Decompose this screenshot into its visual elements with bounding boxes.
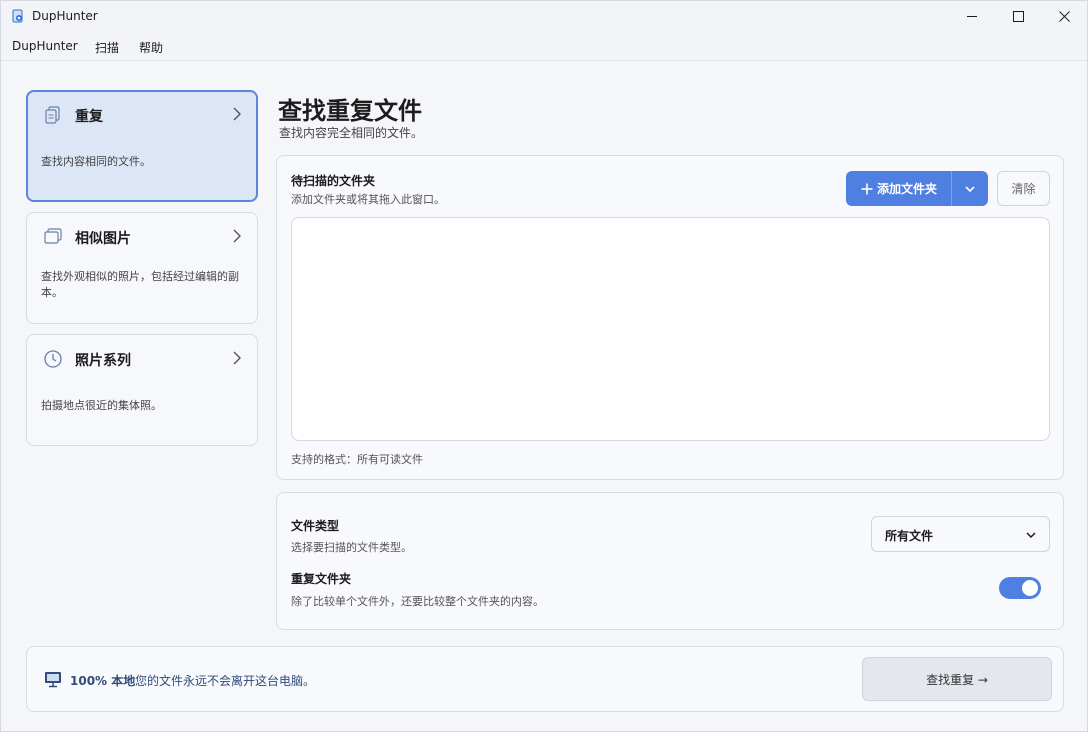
add-folder-split-button: 添加文件夹 [846,171,988,206]
folder-drop-zone[interactable] [291,217,1050,441]
mode-title-similar-images: 相似图片 [75,231,131,247]
chevron-right-icon [233,107,241,121]
add-folder-dropdown-button[interactable] [952,171,988,206]
dup-folders-toggle[interactable] [999,577,1041,599]
page-subtitle: 查找内容完全相同的文件。 [279,126,424,140]
chevron-down-icon [1026,532,1036,539]
folders-description: 添加文件夹或将其拖入此窗口。 [291,193,445,206]
mode-desc-duplicates: 查找内容相同的文件。 [41,155,151,168]
supported-formats: 支持的格式：所有可读文件 [291,453,423,466]
mode-card-duplicates[interactable]: 重复 查找内容相同的文件。 [26,90,258,202]
title-bar: DupHunter [1,1,1087,32]
maximize-icon [1012,11,1024,22]
menu-scan[interactable]: 扫描 [95,39,119,56]
plus-icon [861,183,873,194]
mode-title-duplicates: 重复 [75,109,103,125]
app-window: DupHunter DupHunter 扫描 帮助 重复 查找内容相同的文件。 [0,0,1088,732]
add-folder-label: 添加文件夹 [877,182,938,196]
dup-folders-title: 重复文件夹 [291,572,352,586]
mode-desc-photo-series: 拍摄地点很近的集体照。 [41,399,162,412]
window-title: DupHunter [32,9,98,23]
page-title: 查找重复文件 [278,97,422,125]
app-logo-icon [12,9,23,23]
file-type-select[interactable]: 所有文件 [871,516,1050,552]
clear-button[interactable]: 清除 [997,171,1050,206]
add-folder-button[interactable]: 添加文件夹 [846,171,951,206]
find-duplicates-button[interactable]: 查找重复 → [862,657,1052,701]
close-button[interactable] [1041,1,1087,32]
chevron-right-icon [233,351,241,365]
clock-icon [44,350,62,368]
maximize-button[interactable] [995,1,1041,32]
mode-card-photo-series[interactable]: 照片系列 拍摄地点很近的集体照。 [26,334,258,446]
menu-bar: DupHunter 扫描 帮助 [1,32,1087,61]
toggle-knob [1022,580,1038,596]
mode-card-similar-images[interactable]: 相似图片 查找外观相似的照片，包括经过编辑的副本。 [26,212,258,324]
folders-panel: 待扫描的文件夹 添加文件夹或将其拖入此窗口。 添加文件夹 清除 支持的格式：所有… [276,155,1064,480]
monitor-icon [45,672,61,688]
minimize-button[interactable] [949,1,995,32]
menu-help[interactable]: 帮助 [139,39,163,56]
local-badge: 100% 本地 [70,674,136,688]
footer-bar: 100% 本地 您的文件永远不会离开这台电脑。 查找重复 → [26,646,1064,712]
close-icon [1058,11,1070,22]
file-type-description: 选择要扫描的文件类型。 [291,541,412,554]
privacy-note: 您的文件永远不会离开这台电脑。 [135,674,316,688]
folders-title: 待扫描的文件夹 [291,174,376,188]
mode-desc-similar-images: 查找外观相似的照片，包括经过编辑的副本。 [41,270,239,299]
chevron-right-icon [233,229,241,243]
file-type-title: 文件类型 [291,519,340,533]
chevron-down-icon [965,185,975,192]
options-panel: 文件类型 选择要扫描的文件类型。 所有文件 重复文件夹 除了比较单个文件外，还要… [276,492,1064,630]
similar-images-icon [44,228,62,244]
file-type-value: 所有文件 [885,529,934,543]
mode-title-photo-series: 照片系列 [75,353,131,369]
menu-duphunter[interactable]: DupHunter [12,39,78,53]
dup-folders-description: 除了比较单个文件外，还要比较整个文件夹的内容。 [291,595,544,608]
minimize-icon [966,16,977,17]
duplicate-files-icon [45,106,60,124]
